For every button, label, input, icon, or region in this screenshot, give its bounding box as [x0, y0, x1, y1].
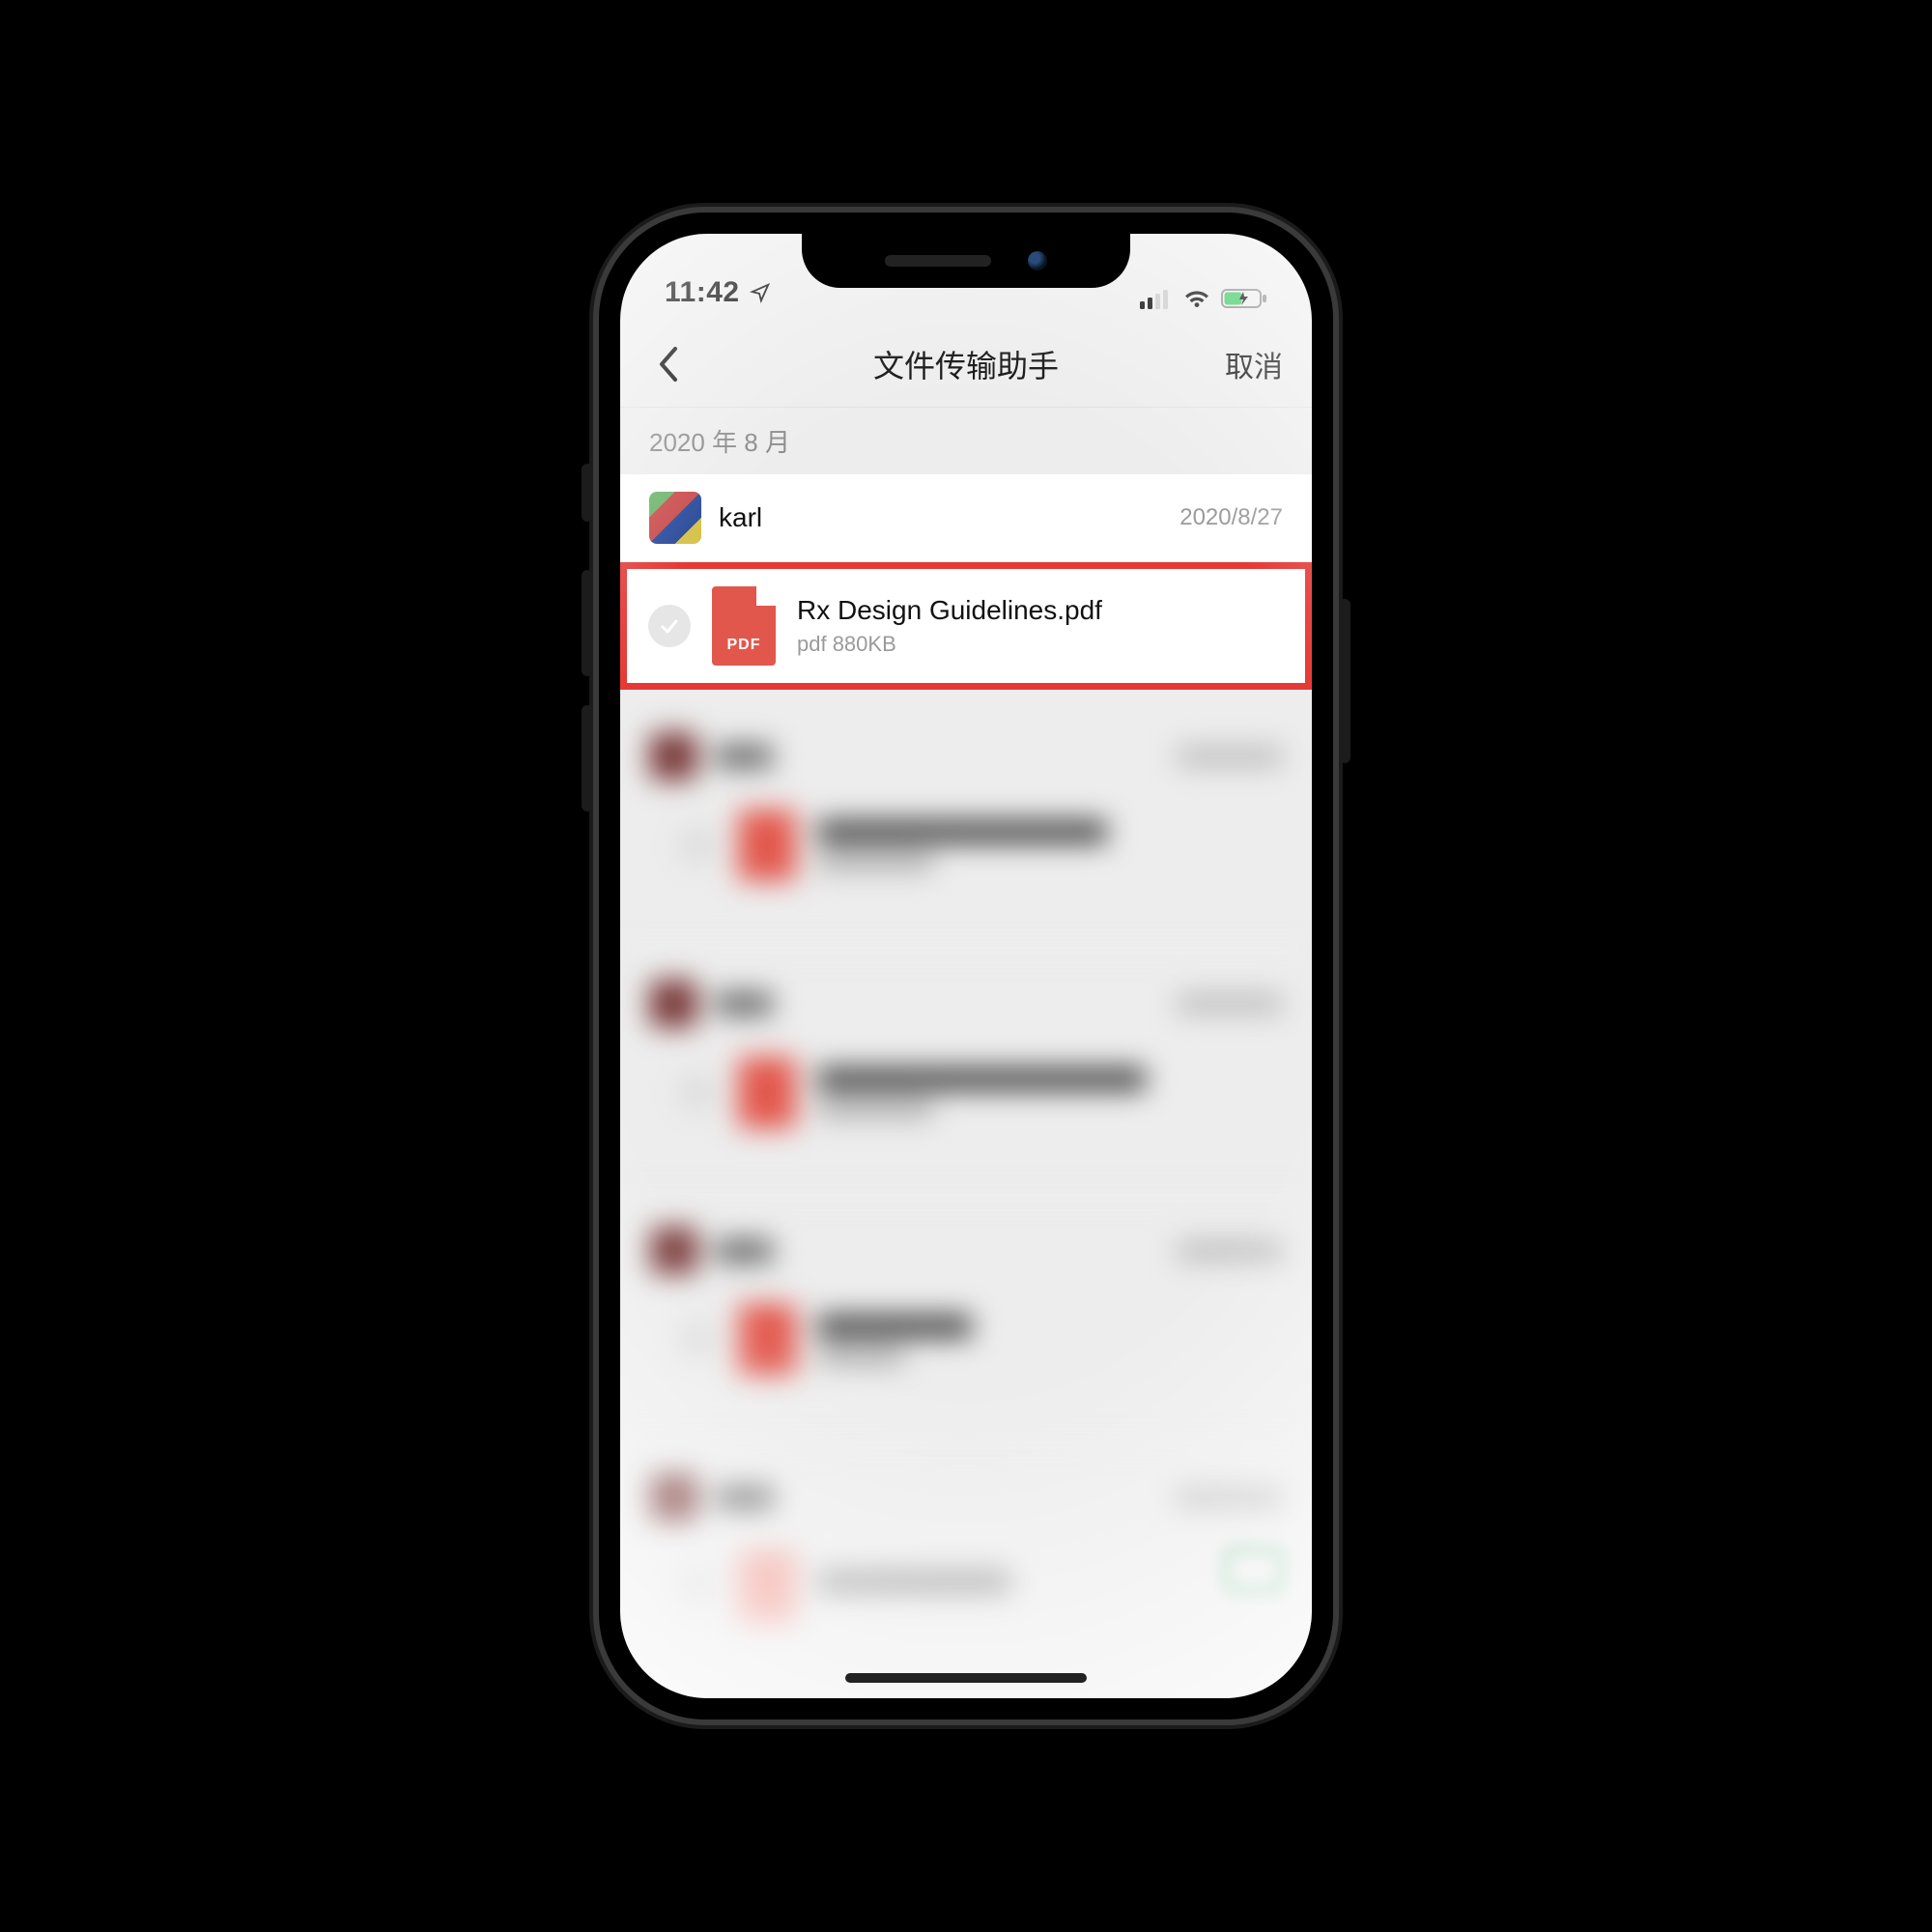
blurred-action-button [1225, 1548, 1283, 1592]
highlighted-file-callout: PDF Rx Design Guidelines.pdf pdf 880KB [620, 562, 1312, 690]
pdf-badge-label: PDF [712, 637, 776, 654]
cancel-button[interactable]: 取消 [1225, 343, 1283, 385]
blurred-content [620, 690, 1312, 1638]
mute-switch [582, 464, 593, 522]
selection-checkbox[interactable] [648, 605, 691, 647]
front-camera [1028, 251, 1047, 270]
device-frame: 11:42 [599, 213, 1333, 1719]
location-icon [750, 282, 771, 303]
file-meta: Rx Design Guidelines.pdf pdf 880KB [797, 595, 1102, 657]
home-indicator[interactable] [845, 1673, 1087, 1683]
file-name: Rx Design Guidelines.pdf [797, 595, 1102, 626]
status-time: 11:42 [665, 276, 740, 309]
chevron-left-icon [656, 345, 681, 384]
wifi-icon [1182, 288, 1211, 309]
back-button[interactable] [639, 335, 697, 393]
battery-charging-icon [1221, 288, 1267, 309]
signal-icon [1140, 288, 1173, 309]
screen: 11:42 [620, 234, 1312, 1698]
page-title: 文件传输助手 [873, 342, 1059, 386]
sender-row[interactable]: karl 2020/8/27 [620, 474, 1312, 562]
volume-up-button [582, 570, 593, 676]
earpiece-speaker [885, 255, 991, 267]
avatar [649, 492, 701, 544]
file-subtitle: pdf 880KB [797, 632, 1102, 657]
power-button [1339, 599, 1350, 763]
notch [802, 234, 1130, 288]
section-date-header: 2020 年 8 月 [620, 408, 1312, 474]
sender-name: karl [719, 502, 1162, 533]
pdf-file-icon: PDF [712, 586, 776, 666]
navigation-bar: 文件传输助手 取消 [620, 321, 1312, 408]
checkmark-circle-icon [658, 614, 681, 638]
file-row[interactable]: PDF Rx Design Guidelines.pdf pdf 880KB [627, 569, 1305, 683]
volume-down-button [582, 705, 593, 811]
sender-date: 2020/8/27 [1179, 504, 1283, 531]
